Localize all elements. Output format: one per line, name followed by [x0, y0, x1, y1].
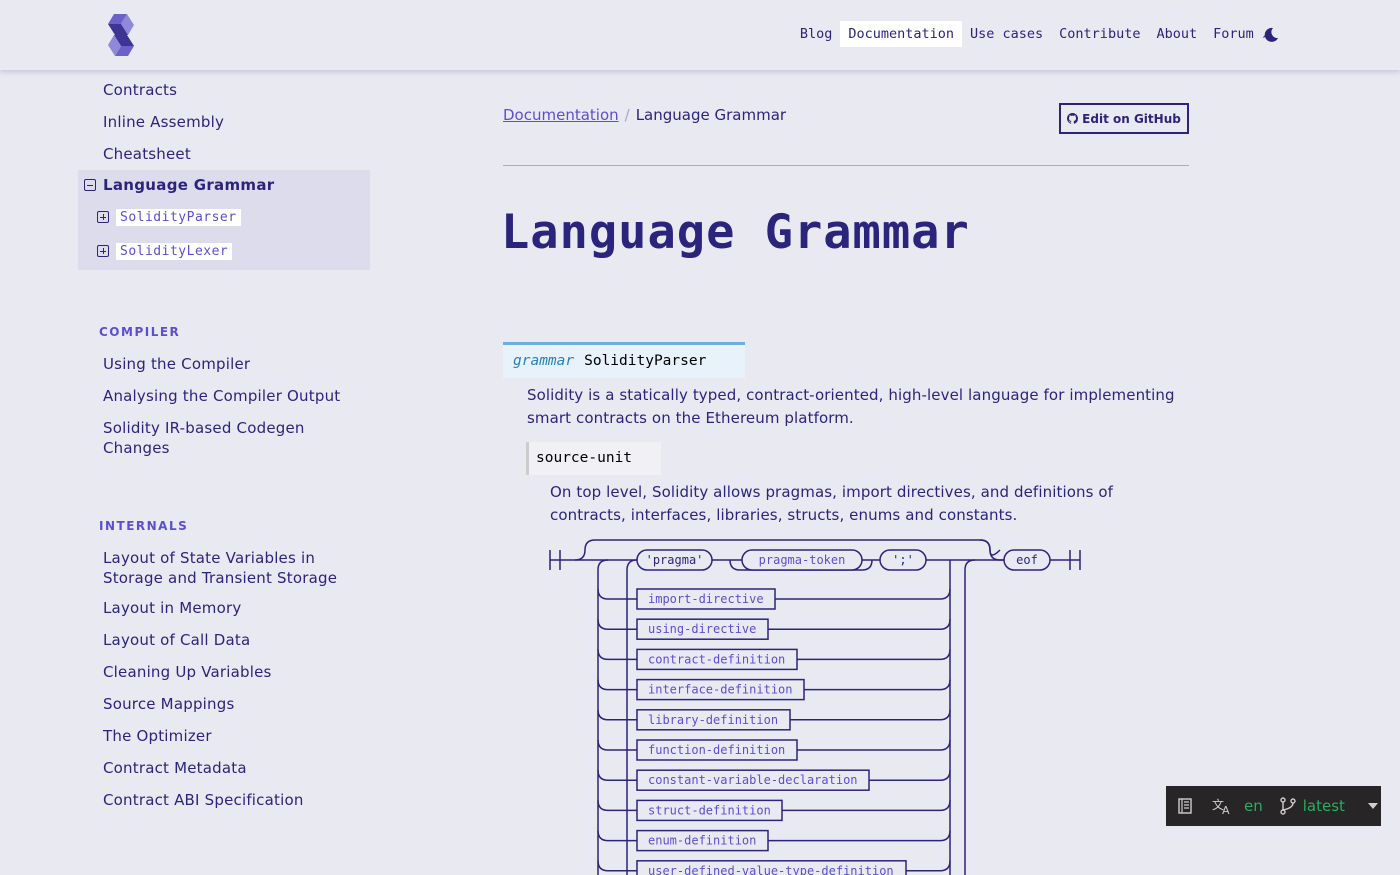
sidebar-item-abi-spec[interactable]: Contract ABI Specification	[103, 790, 304, 810]
breadcrumb: Documentation / Language Grammar	[503, 106, 786, 124]
nonterminal-import-directive[interactable]: import-directive	[648, 592, 764, 606]
nonterminal-pragma-token: pragma-token	[759, 553, 846, 567]
sidebar-item-contract-metadata[interactable]: Contract Metadata	[103, 758, 247, 778]
header-divider	[503, 165, 1189, 166]
grammar-signature: grammar SolidityParser	[503, 342, 745, 378]
sidebar-item-language-grammar[interactable]: Language Grammar	[103, 176, 274, 194]
nonterminal-interface-definition[interactable]: interface-definition	[648, 683, 793, 697]
version-panel[interactable]: 文 A en latest	[1166, 786, 1381, 826]
page-title: Language Grammar	[501, 205, 970, 260]
breadcrumb-documentation-link[interactable]: Documentation	[503, 106, 619, 124]
nonterminal-enum-definition[interactable]: enum-definition	[648, 834, 756, 848]
sidebar-item-contracts[interactable]: Contracts	[103, 80, 177, 100]
terminal-semicolon: ';'	[892, 553, 914, 567]
sidebar-section-compiler: COMPILER	[99, 325, 181, 339]
nav-documentation[interactable]: Documentation	[840, 21, 963, 47]
caret-down-icon[interactable]	[1367, 802, 1379, 810]
grammar-name: SolidityParser	[584, 353, 707, 369]
sidebar-item-layout-memory[interactable]: Layout in Memory	[103, 598, 241, 618]
rule-signature: source-unit	[526, 442, 661, 475]
sidebar-item-layout-call-data[interactable]: Layout of Call Data	[103, 630, 250, 650]
sidebar-item-ir-codegen[interactable]: Solidity IR-based Codegen Changes	[103, 418, 333, 458]
book-icon	[1178, 798, 1192, 814]
translate-icon: 文 A	[1212, 797, 1230, 815]
expand-icon[interactable]	[97, 245, 109, 257]
sidebar: Contracts Inline Assembly Cheatsheet Lan…	[0, 70, 380, 875]
nonterminal-struct-definition[interactable]: struct-definition	[648, 803, 771, 817]
edit-on-github-button[interactable]: Edit on GitHub	[1059, 103, 1189, 134]
sidebar-item-layout-state-vars[interactable]: Layout of State Variables in Storage and…	[103, 548, 343, 588]
grammar-description: Solidity is a statically typed, contract…	[527, 386, 1175, 427]
sidebar-item-analysing-output[interactable]: Analysing the Compiler Output	[103, 386, 340, 406]
sidebar-item-cheatsheet[interactable]: Cheatsheet	[103, 144, 191, 164]
edit-button-label: Edit on GitHub	[1082, 111, 1181, 126]
nonterminal-user-defined-value-type-definition[interactable]: user-defined-value-type-definition	[648, 864, 894, 875]
sidebar-item-source-mappings[interactable]: Source Mappings	[103, 694, 234, 714]
nav-use-cases[interactable]: Use cases	[962, 21, 1051, 47]
railroad-diagram: 'pragma' pragma-token ';' eof import-dir…	[549, 539, 1081, 875]
sidebar-section-internals: INTERNALS	[99, 519, 189, 533]
terminal-eof: eof	[1016, 553, 1038, 567]
solidity-logo-icon[interactable]	[107, 14, 135, 56]
top-nav: Blog Documentation Use cases Contribute …	[792, 21, 1278, 47]
breadcrumb-current: Language Grammar	[635, 106, 787, 124]
top-header: Blog Documentation Use cases Contribute …	[0, 0, 1400, 70]
nonterminal-function-definition[interactable]: function-definition	[648, 743, 785, 757]
moon-icon[interactable]	[1262, 26, 1280, 44]
expand-icon[interactable]	[97, 211, 109, 223]
sidebar-item-optimizer[interactable]: The Optimizer	[103, 726, 212, 746]
breadcrumb-separator: /	[624, 106, 630, 124]
collapse-icon[interactable]	[84, 179, 96, 191]
sidebar-item-soliditylexer[interactable]: SolidityLexer	[116, 243, 233, 260]
svg-text:A: A	[1222, 804, 1230, 815]
nonterminal-constant-variable-declaration[interactable]: constant-variable-declaration	[648, 773, 858, 787]
nav-blog[interactable]: Blog	[792, 21, 841, 47]
github-icon	[1067, 113, 1079, 124]
rule-description: On top level, Solidity allows pragmas, i…	[550, 483, 1114, 524]
sidebar-item-solidityparser[interactable]: SolidityParser	[116, 209, 241, 226]
nav-contribute[interactable]: Contribute	[1051, 21, 1148, 47]
git-branch-icon	[1280, 797, 1296, 815]
nonterminal-contract-definition[interactable]: contract-definition	[648, 652, 785, 666]
grammar-keyword: grammar	[513, 353, 575, 369]
language-selector[interactable]: en	[1244, 797, 1263, 815]
sidebar-item-inline-assembly[interactable]: Inline Assembly	[103, 112, 224, 132]
terminal-pragma: 'pragma'	[646, 553, 704, 567]
version-selector[interactable]: latest	[1303, 797, 1345, 815]
nav-about[interactable]: About	[1148, 21, 1205, 47]
sidebar-item-cleaning-up[interactable]: Cleaning Up Variables	[103, 662, 272, 682]
nonterminal-using-directive[interactable]: using-directive	[648, 622, 756, 636]
nonterminal-library-definition[interactable]: library-definition	[648, 713, 778, 727]
sidebar-item-using-compiler[interactable]: Using the Compiler	[103, 354, 250, 374]
sidebar-current-section: Language Grammar SolidityParser Solidity…	[78, 170, 370, 270]
